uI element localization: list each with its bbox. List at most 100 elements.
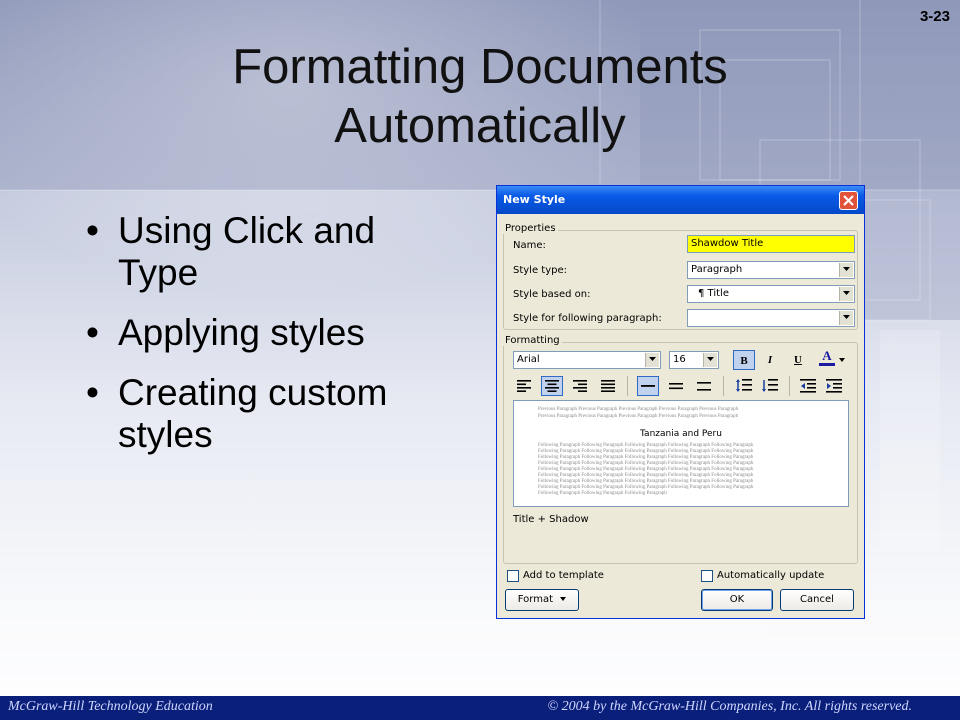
font-value: Arial — [517, 354, 540, 365]
dialog-title: New Style — [503, 193, 566, 206]
chevron-down-icon — [843, 267, 850, 271]
bullet-item: • Applying styles — [86, 312, 446, 354]
bullet-dot: • — [86, 210, 99, 251]
cancel-button[interactable]: Cancel — [780, 589, 854, 611]
slide-title-line2: Automatically — [334, 99, 626, 153]
based-on-value: ¶ Title — [698, 288, 729, 299]
name-label: Name: — [513, 240, 546, 251]
chevron-down-icon — [560, 597, 567, 601]
following-paragraph-select[interactable] — [687, 309, 855, 327]
bullet-dot: • — [86, 312, 99, 353]
bold-button[interactable]: B — [733, 350, 755, 370]
slide-number: 3-23 — [919, 8, 950, 25]
bullet-text-line1: Applying styles — [118, 312, 365, 353]
single-spacing-icon — [641, 385, 655, 387]
bullet-text-line2: styles — [118, 414, 213, 455]
align-left-button[interactable] — [513, 376, 535, 396]
slide-title: Formatting Documents Automatically — [120, 38, 840, 156]
space-before-icon — [736, 379, 752, 392]
preview-following-line: Following Paragraph Following Paragraph … — [538, 449, 754, 454]
bullet-list: • Using Click and Type • Applying styles… — [86, 210, 446, 474]
dropdown-button[interactable] — [703, 353, 717, 367]
font-size-value: 16 — [673, 354, 686, 365]
decrease-indent-button[interactable] — [797, 376, 819, 396]
align-center-button[interactable] — [541, 376, 563, 396]
dropdown-button[interactable] — [839, 263, 853, 277]
toolbar-separator — [789, 376, 790, 396]
justify-icon — [601, 380, 615, 392]
style-description: Title + Shadow — [513, 514, 589, 525]
one-half-spacing-button[interactable] — [665, 376, 687, 396]
font-size-select[interactable]: 16 — [669, 351, 719, 369]
slide: 3-23 Formatting Documents Automatically … — [0, 0, 960, 720]
properties-label: Properties — [503, 223, 558, 234]
align-left-icon — [517, 380, 531, 392]
single-spacing-button[interactable] — [637, 376, 659, 396]
toolbar-separator — [723, 376, 724, 396]
formatting-label: Formatting — [503, 335, 562, 346]
ok-button[interactable]: OK — [701, 589, 773, 611]
style-preview: Previous Paragraph Previous Paragraph Pr… — [513, 400, 849, 507]
bullet-item: • Using Click and Type — [86, 210, 446, 294]
decrease-indent-icon — [800, 379, 816, 393]
preview-following-line: Following Paragraph Following Paragraph … — [538, 461, 754, 466]
dialog-titlebar[interactable]: New Style — [497, 186, 864, 214]
font-select[interactable]: Arial — [513, 351, 661, 369]
dropdown-button[interactable] — [839, 287, 853, 301]
bullet-text-line1: Creating custom — [118, 372, 388, 413]
space-after-icon — [762, 379, 778, 392]
dropdown-button[interactable] — [839, 311, 853, 325]
italic-button[interactable]: I — [759, 350, 781, 370]
following-paragraph-label: Style for following paragraph: — [513, 313, 662, 324]
chevron-down-icon — [707, 357, 714, 361]
preview-title: Tanzania and Peru — [640, 429, 722, 439]
space-before-button[interactable] — [733, 376, 755, 396]
align-right-icon — [573, 380, 587, 392]
increase-indent-icon — [826, 379, 842, 393]
increase-indent-button[interactable] — [823, 376, 845, 396]
one-half-spacing-icon — [669, 383, 683, 390]
bullet-item: • Creating custom styles — [86, 372, 446, 456]
format-button[interactable]: Format — [505, 589, 579, 611]
slide-title-line1: Formatting Documents — [232, 40, 728, 94]
underline-button[interactable]: U — [787, 350, 809, 370]
font-color-dropdown-icon[interactable] — [839, 358, 845, 362]
preview-previous-line: Previous Paragraph Previous Paragraph Pr… — [538, 414, 739, 419]
chevron-down-icon — [843, 315, 850, 319]
preview-following-line: Following Paragraph Following Paragraph … — [538, 479, 754, 484]
space-after-button[interactable] — [759, 376, 781, 396]
add-to-template-label: Add to template — [523, 570, 604, 581]
footer-publisher: McGraw-Hill Technology Education — [8, 699, 213, 714]
close-button[interactable] — [839, 191, 858, 210]
preview-following-line: Following Paragraph Following Paragraph … — [538, 491, 667, 496]
preview-following-line: Following Paragraph Following Paragraph … — [538, 473, 754, 478]
name-input-value: Shawdow Title — [691, 238, 764, 249]
style-type-label: Style type: — [513, 265, 568, 276]
style-type-select[interactable]: Paragraph — [687, 261, 855, 279]
preview-previous-line: Previous Paragraph Previous Paragraph Pr… — [538, 407, 739, 412]
footer-bar: McGraw-Hill Technology Education © 2004 … — [0, 696, 960, 720]
toolbar-separator — [627, 376, 628, 396]
double-spacing-button[interactable] — [693, 376, 715, 396]
preview-following-line: Following Paragraph Following Paragraph … — [538, 485, 754, 490]
footer-copyright: © 2004 by the McGraw-Hill Companies, Inc… — [547, 699, 912, 714]
format-button-label: Format — [517, 594, 554, 605]
justify-button[interactable] — [597, 376, 619, 396]
align-right-button[interactable] — [569, 376, 591, 396]
auto-update-checkbox[interactable] — [701, 570, 713, 582]
align-center-icon — [545, 380, 559, 392]
chevron-down-icon — [649, 357, 656, 361]
add-to-template-checkbox[interactable] — [507, 570, 519, 582]
preview-following-line: Following Paragraph Following Paragraph … — [538, 467, 754, 472]
preview-following-line: Following Paragraph Following Paragraph … — [538, 443, 754, 448]
bullet-text-line2: Type — [118, 252, 199, 293]
close-icon — [843, 195, 854, 206]
based-on-select[interactable]: ¶ Title — [687, 285, 855, 303]
auto-update-label: Automatically update — [717, 570, 825, 581]
based-on-label: Style based on: — [513, 289, 591, 300]
chevron-down-icon — [843, 291, 850, 295]
bullet-dot: • — [86, 372, 99, 413]
dropdown-button[interactable] — [645, 353, 659, 367]
name-input[interactable]: Shawdow Title — [687, 235, 855, 253]
font-color-button[interactable]: A — [819, 348, 835, 366]
